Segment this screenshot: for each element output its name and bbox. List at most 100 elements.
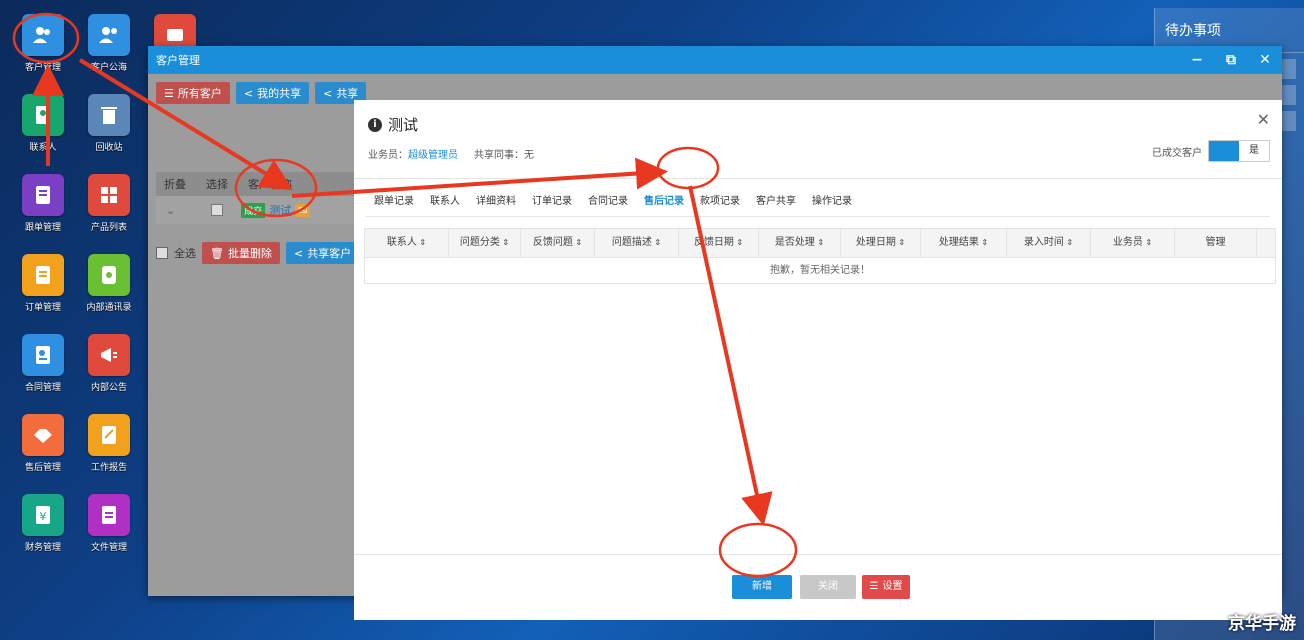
shortcut-label: 工作报告: [90, 463, 127, 473]
add-button[interactable]: 新增: [732, 575, 792, 599]
sort-icon: ⇕: [1142, 238, 1153, 247]
tab-record[interactable]: 联系人: [422, 192, 468, 212]
desktop-shortcut[interactable]: 产品列表: [76, 174, 142, 233]
shortcut-label: 售后管理: [24, 463, 61, 473]
my-share-button[interactable]: < 我的共享: [235, 82, 310, 104]
sort-icon: ⇕: [895, 238, 906, 247]
sort-icon: ⇕: [651, 238, 662, 247]
shortcut-label: 客户管理: [24, 63, 61, 73]
sort-icon: ⇕: [978, 238, 989, 247]
maximize-icon[interactable]: ⧉: [1214, 52, 1248, 68]
desktop-shortcut[interactable]: 文件管理: [76, 494, 142, 553]
desktop-shortcut[interactable]: 跟单管理: [10, 174, 76, 233]
trash-icon: [88, 94, 130, 136]
column-header[interactable]: 是否处理 ⇕: [759, 229, 841, 257]
desktop-shortcut[interactable]: 内部通讯录: [76, 254, 142, 313]
desktop-shortcut[interactable]: 客户公海: [76, 14, 142, 73]
shortcut-label: 跟单管理: [24, 223, 61, 233]
close-button[interactable]: 关闭: [800, 575, 856, 599]
after-sales-table: 联系人 ⇕ 问题分类 ⇕ 反馈问题 ⇕ 问题描述 ⇕ 反馈日期 ⇕ 是否处理 ⇕ 处理日期 …: [364, 228, 1276, 284]
sort-icon: ⇕: [733, 238, 744, 247]
empty-message: 抱歉，暂无相关记录！: [365, 257, 1275, 283]
sort-icon: ⇕: [572, 238, 583, 247]
table-row[interactable]: ⌄ 成交 测试 ✉: [156, 196, 356, 224]
document-icon: [22, 254, 64, 296]
salesman-link[interactable]: 超级管理员: [408, 150, 458, 161]
shortcut-label: 合同管理: [24, 383, 61, 393]
column-header[interactable]: 问题描述 ⇕: [595, 229, 679, 257]
minimize-icon[interactable]: −: [1180, 52, 1214, 68]
list-icon: ☰: [164, 86, 174, 100]
shortcut-label: 内部通讯录: [86, 303, 132, 313]
close-icon[interactable]: ✕: [1248, 52, 1282, 68]
tab-record[interactable]: 客户共享: [748, 192, 804, 212]
mail-icon[interactable]: ✉: [295, 203, 311, 217]
dialog-title: i 测试: [368, 114, 418, 135]
customer-window: 客户管理 − ⧉ ✕ ☰ 所有客户 < 我的共享 < 共享 折叠 选择 客户名称 ⌄ …: [148, 46, 1282, 620]
shortcut-label: 文件管理: [90, 543, 127, 553]
tab-record[interactable]: 合同记录: [580, 192, 636, 212]
desktop-shortcut[interactable]: 回收站: [76, 94, 142, 153]
deal-label: 已成交客户: [1152, 147, 1202, 159]
sort-icon: ⇕: [499, 238, 510, 247]
record-tabs: 跟单记录 联系人 详细资料 订单记录 合同记录 售后记录 款项记录 客户共享 操作记录: [366, 192, 860, 212]
column-header[interactable]: 反馈问题 ⇕: [521, 229, 595, 257]
share-icon: <: [323, 86, 333, 100]
tab-record[interactable]: 操作记录: [804, 192, 860, 212]
column-header[interactable]: 反馈日期 ⇕: [679, 229, 759, 257]
deal-toggle[interactable]: 是: [1208, 140, 1270, 162]
tab-record[interactable]: 详细资料: [468, 192, 524, 212]
tab-record[interactable]: 跟单记录: [366, 192, 422, 212]
column-header[interactable]: 业务员 ⇕: [1091, 229, 1175, 257]
report-icon: [88, 414, 130, 456]
column-header: 折叠: [164, 178, 186, 191]
batch-delete-button[interactable]: 🗑 批量删除: [202, 242, 280, 264]
window-title: 客户管理: [156, 54, 200, 67]
shortcut-label: 财务管理: [24, 543, 61, 553]
column-header[interactable]: 录入时间 ⇕: [1007, 229, 1091, 257]
customer-detail-dialog: i 测试 ✕ 业务员：超级管理员 共享同事：无 已成交客户 是 跟单记录 联系人详…: [354, 100, 1282, 620]
tab-record[interactable]: 售后记录: [636, 192, 692, 212]
deal-badge: 成交: [241, 202, 266, 218]
contract-icon: [22, 334, 64, 376]
customer-name-link[interactable]: 测试: [269, 202, 291, 218]
info-icon: i: [368, 117, 382, 132]
sort-icon: ⇕: [814, 238, 825, 247]
desktop-shortcut[interactable]: ¥ 财务管理: [10, 494, 76, 553]
shortcut-label: 产品列表: [90, 223, 127, 233]
desktop-shortcut[interactable]: 订单管理: [10, 254, 76, 313]
dialog-close-icon[interactable]: ✕: [1257, 110, 1270, 129]
contact-book-icon: [22, 94, 64, 136]
tab-record[interactable]: 款项记录: [692, 192, 748, 212]
desktop-shortcut[interactable]: 售后管理: [10, 414, 76, 473]
notebook-icon: [22, 174, 64, 216]
desktop-shortcut[interactable]: 内部公告: [76, 334, 142, 393]
settings-button[interactable]: ☰ 设置: [862, 575, 910, 599]
desktop-shortcut[interactable]: 客户管理: [10, 14, 76, 73]
select-all-checkbox[interactable]: [156, 247, 168, 259]
megaphone-icon: [88, 334, 130, 376]
dialog-footer: 新增 关闭 ☰ 设置: [354, 554, 1282, 620]
share-customer-button[interactable]: < 共享客户: [285, 242, 360, 264]
shortcut-label: 订单管理: [24, 303, 61, 313]
column-header[interactable]: 处理日期 ⇕: [841, 229, 921, 257]
column-header[interactable]: 问题分类 ⇕: [449, 229, 521, 257]
desktop-shortcut[interactable]: 工作报告: [76, 414, 142, 473]
list-icon: ☰: [869, 581, 879, 592]
expand-icon[interactable]: ⌄: [166, 204, 175, 217]
select-all-label: 全选: [174, 247, 196, 260]
column-header: 客户名称: [248, 178, 292, 191]
customer-table: 折叠 选择 客户名称 ⌄ 成交 测试 ✉: [156, 172, 356, 224]
column-header[interactable]: 联系人 ⇕: [365, 229, 449, 257]
user-group-icon: [88, 14, 130, 56]
desktop-shortcut[interactable]: 联系人: [10, 94, 76, 153]
all-customers-button[interactable]: ☰ 所有客户: [156, 82, 230, 104]
tab-record[interactable]: 订单记录: [524, 192, 580, 212]
window-titlebar: 客户管理 − ⧉ ✕: [148, 46, 1282, 74]
desktop-shortcut[interactable]: 合同管理: [10, 334, 76, 393]
grid-icon: [88, 174, 130, 216]
trash-icon: 🗑: [210, 246, 224, 260]
row-checkbox[interactable]: [211, 204, 224, 216]
column-header[interactable]: 处理结果 ⇕: [921, 229, 1007, 257]
shortcut-label: 客户公海: [90, 63, 127, 73]
